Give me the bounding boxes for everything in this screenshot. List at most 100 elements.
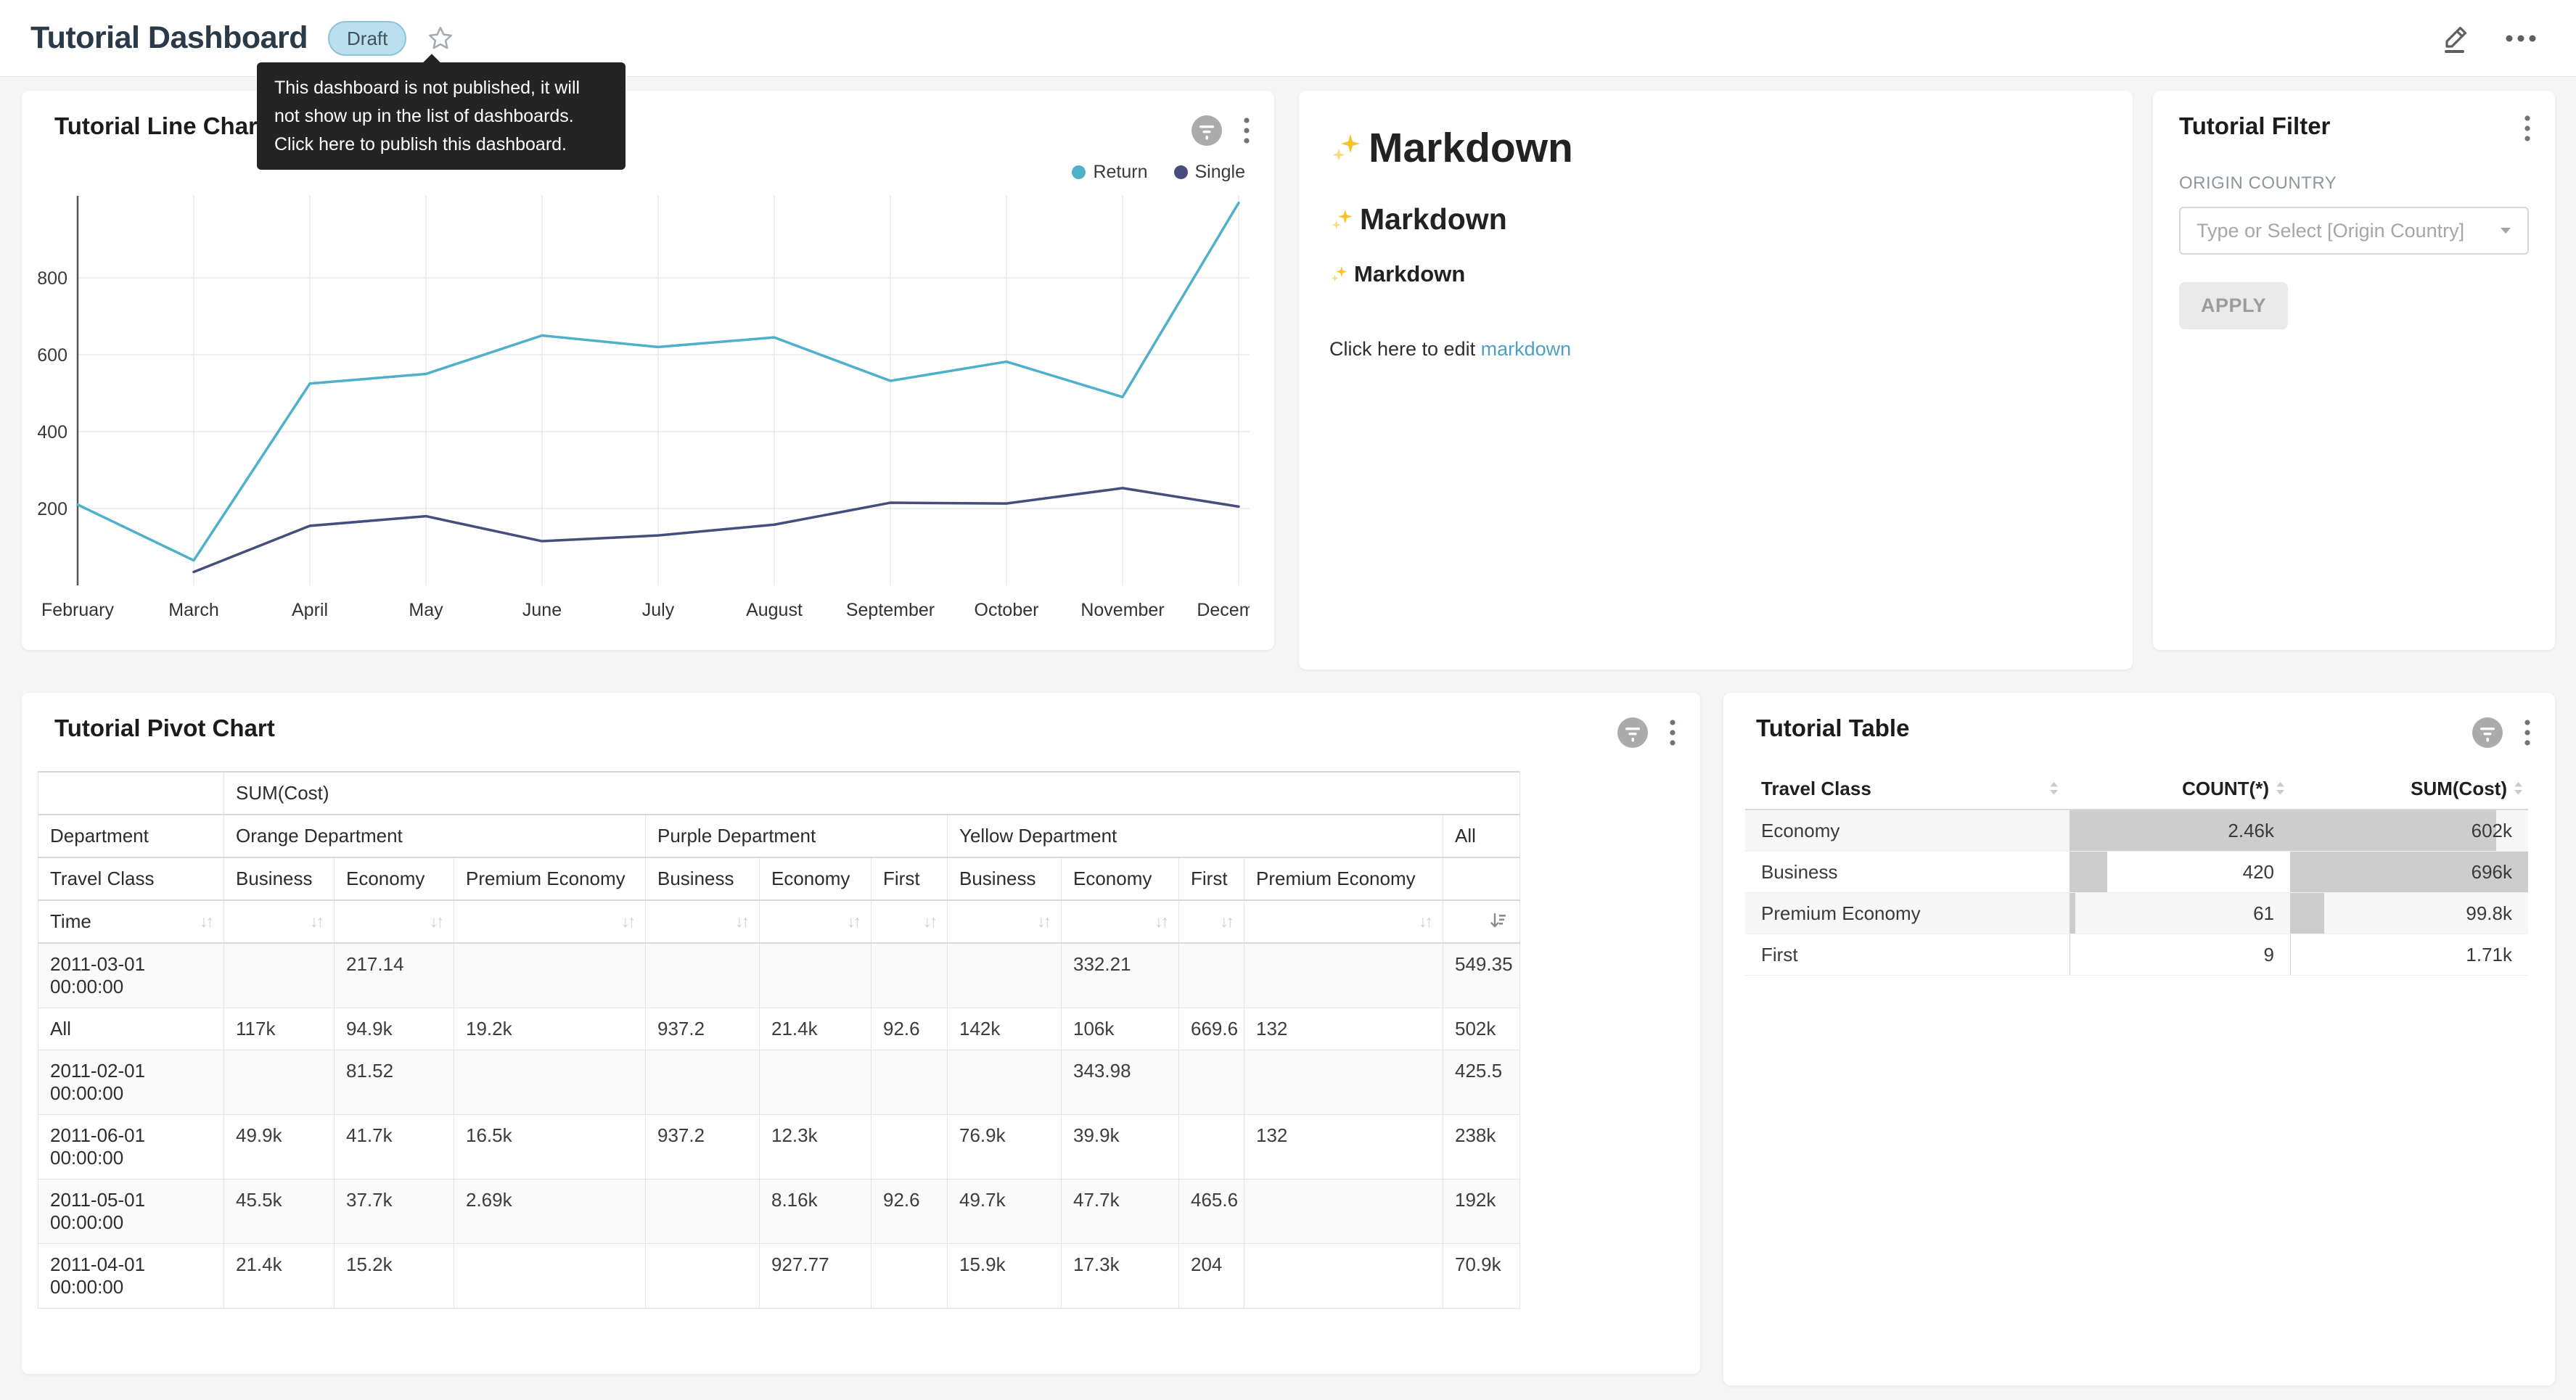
- pivot-class-header: Economy: [335, 857, 454, 900]
- pivot-value-cell: 343.98: [1062, 1050, 1179, 1115]
- pivot-value-cell: 549.35: [1443, 943, 1520, 1008]
- sum-cell: 602k: [2290, 810, 2528, 852]
- sort-icon[interactable]: ↓↑: [621, 912, 633, 931]
- count-cell: 420: [2070, 852, 2290, 893]
- sort-icon[interactable]: ↓↑: [847, 912, 859, 931]
- header-actions: [2438, 22, 2546, 55]
- cell-bar: [2290, 893, 2324, 934]
- column-header-label: Travel Class: [1761, 778, 1871, 800]
- pivot-value-cell: [1244, 1244, 1443, 1309]
- pivot-dept-group-header: Orange Department: [224, 815, 646, 857]
- svg-text:August: August: [746, 600, 803, 620]
- pivot-row: 2011-06-01 00:00:0049.9k41.7k16.5k937.21…: [38, 1115, 1520, 1179]
- sort-icon[interactable]: ↓↑: [310, 912, 322, 931]
- header-more-icon[interactable]: [2505, 34, 2537, 43]
- column-header-travel-class[interactable]: Travel Class: [1745, 768, 2070, 810]
- pivot-value-cell: 142k: [948, 1008, 1062, 1050]
- sort-icon[interactable]: ↓↑: [430, 912, 442, 931]
- pivot-class-header: Business: [948, 857, 1062, 900]
- pivot-value-cell: 132: [1244, 1008, 1443, 1050]
- pivot-value-cell: [871, 943, 948, 1008]
- pivot-value-cell: 21.4k: [760, 1008, 871, 1050]
- pivot-dept-group-header: Purple Department: [646, 815, 948, 857]
- title-row: Tutorial Dashboard Draft: [30, 20, 454, 56]
- pivot-value-cell: [1244, 1179, 1443, 1244]
- pivot-value-cell: 15.2k: [335, 1244, 454, 1309]
- pivot-row: All117k94.9k19.2k937.221.4k92.6142k106k6…: [38, 1008, 1520, 1050]
- pivot-value-cell: 16.5k: [454, 1115, 646, 1179]
- svg-text:October: October: [975, 600, 1039, 620]
- sort-icon[interactable]: ↓↑: [1037, 912, 1049, 931]
- edit-dashboard-icon[interactable]: [2438, 22, 2472, 55]
- kebab-menu-icon[interactable]: [2523, 114, 2532, 143]
- apply-button[interactable]: APPLY: [2179, 282, 2288, 329]
- cell-value: 9: [2264, 944, 2290, 966]
- pivot-value-cell: [760, 1050, 871, 1115]
- pivot-value-cell: [948, 943, 1062, 1008]
- line-chart-svg: 200400600800FebruaryMarchAprilMayJuneJul…: [38, 190, 1250, 625]
- pivot-class-header: Economy: [1062, 857, 1179, 900]
- kebab-menu-icon[interactable]: [1668, 718, 1677, 747]
- sort-icon[interactable]: ↓↑: [1154, 912, 1167, 931]
- svg-text:400: 400: [38, 422, 67, 442]
- pivot-class-header: [1443, 857, 1520, 900]
- pivot-value-cell: 49.9k: [224, 1115, 335, 1179]
- origin-country-select[interactable]: Type or Select [Origin Country]: [2179, 207, 2529, 255]
- pivot-sort-cell: ↓↑: [1179, 900, 1244, 943]
- sort-icon[interactable]: ↓↑: [1220, 912, 1232, 931]
- pivot-sort-cell: ↓↑: [871, 900, 948, 943]
- line-chart-area: 200400600800FebruaryMarchAprilMayJuneJul…: [22, 183, 1274, 629]
- sort-desc-icon[interactable]: [1489, 912, 1508, 931]
- legend-item-return[interactable]: Return: [1072, 162, 1147, 183]
- sort-icon[interactable]: ↓↑: [923, 912, 935, 931]
- pivot-sort-cell: [1443, 900, 1520, 943]
- svg-text:July: July: [642, 600, 675, 620]
- pivot-value-cell: [760, 943, 871, 1008]
- svg-text:June: June: [522, 600, 562, 620]
- pivot-table-wrap: SUM(Cost)DepartmentOrange DepartmentPurp…: [38, 771, 1700, 1309]
- filter-card: Tutorial Filter ORIGIN COUNTRY Type or S…: [2153, 91, 2555, 650]
- sort-icon[interactable]: ↓↑: [1419, 912, 1431, 931]
- pivot-value-cell: [646, 1050, 760, 1115]
- pivot-sort-cell: ↓↑: [760, 900, 871, 943]
- tutorial-table-card: Tutorial Table Travel Class COUNT(*) SUM(C…: [1723, 693, 2555, 1385]
- kebab-menu-icon[interactable]: [2523, 718, 2532, 747]
- markdown-card: Markdown Markdown Markdown Click here to…: [1299, 91, 2133, 670]
- legend-label: Return: [1093, 162, 1147, 183]
- sort-icon[interactable]: ↓↑: [200, 912, 212, 931]
- sum-cell: 696k: [2290, 852, 2528, 893]
- pivot-class-header: First: [871, 857, 948, 900]
- pivot-value-cell: 12.3k: [760, 1115, 871, 1179]
- pivot-value-cell: 15.9k: [948, 1244, 1062, 1309]
- markdown-edit-link[interactable]: markdown: [1481, 338, 1572, 360]
- sort-icon[interactable]: ↓↑: [735, 912, 747, 931]
- markdown-paragraph-text: Click here to edit: [1329, 338, 1481, 360]
- pivot-value-cell: 2.69k: [454, 1179, 646, 1244]
- column-header-label: SUM(Cost): [2411, 778, 2507, 800]
- column-header-sum-cost[interactable]: SUM(Cost): [2290, 768, 2528, 810]
- sort-carets-icon: [2513, 781, 2524, 796]
- dashboard-page: Tutorial Dashboard Draft This dashboard …: [0, 0, 2576, 1400]
- filter-indicator-icon[interactable]: [2471, 716, 2504, 749]
- cell-value: 99.8k: [2466, 902, 2528, 925]
- travel-class-cell: Business: [1745, 852, 2070, 893]
- favorite-star-icon[interactable]: [427, 25, 454, 52]
- tutorial-table-title: Tutorial Table: [1756, 715, 1909, 742]
- cell-value: 420: [2243, 861, 2290, 884]
- column-header-count[interactable]: COUNT(*): [2070, 768, 2290, 810]
- draft-badge[interactable]: Draft: [328, 21, 406, 56]
- legend-item-single[interactable]: Single: [1174, 162, 1246, 183]
- pivot-time-header: Time↓↑: [38, 900, 224, 943]
- line-chart-title: Tutorial Line Chart: [54, 112, 266, 140]
- pivot-value-cell: 217.14: [335, 943, 454, 1008]
- svg-text:April: April: [292, 600, 328, 620]
- draft-tooltip: This dashboard is not published, it will…: [257, 62, 625, 170]
- pivot-value-cell: [1179, 1050, 1244, 1115]
- kebab-menu-icon[interactable]: [1242, 116, 1251, 145]
- svg-text:February: February: [41, 600, 115, 620]
- pivot-value-cell: 117k: [224, 1008, 335, 1050]
- pivot-value-cell: 425.5: [1443, 1050, 1520, 1115]
- pivot-sort-cell: ↓↑: [335, 900, 454, 943]
- filter-indicator-icon[interactable]: [1190, 114, 1223, 147]
- filter-indicator-icon[interactable]: [1616, 716, 1649, 749]
